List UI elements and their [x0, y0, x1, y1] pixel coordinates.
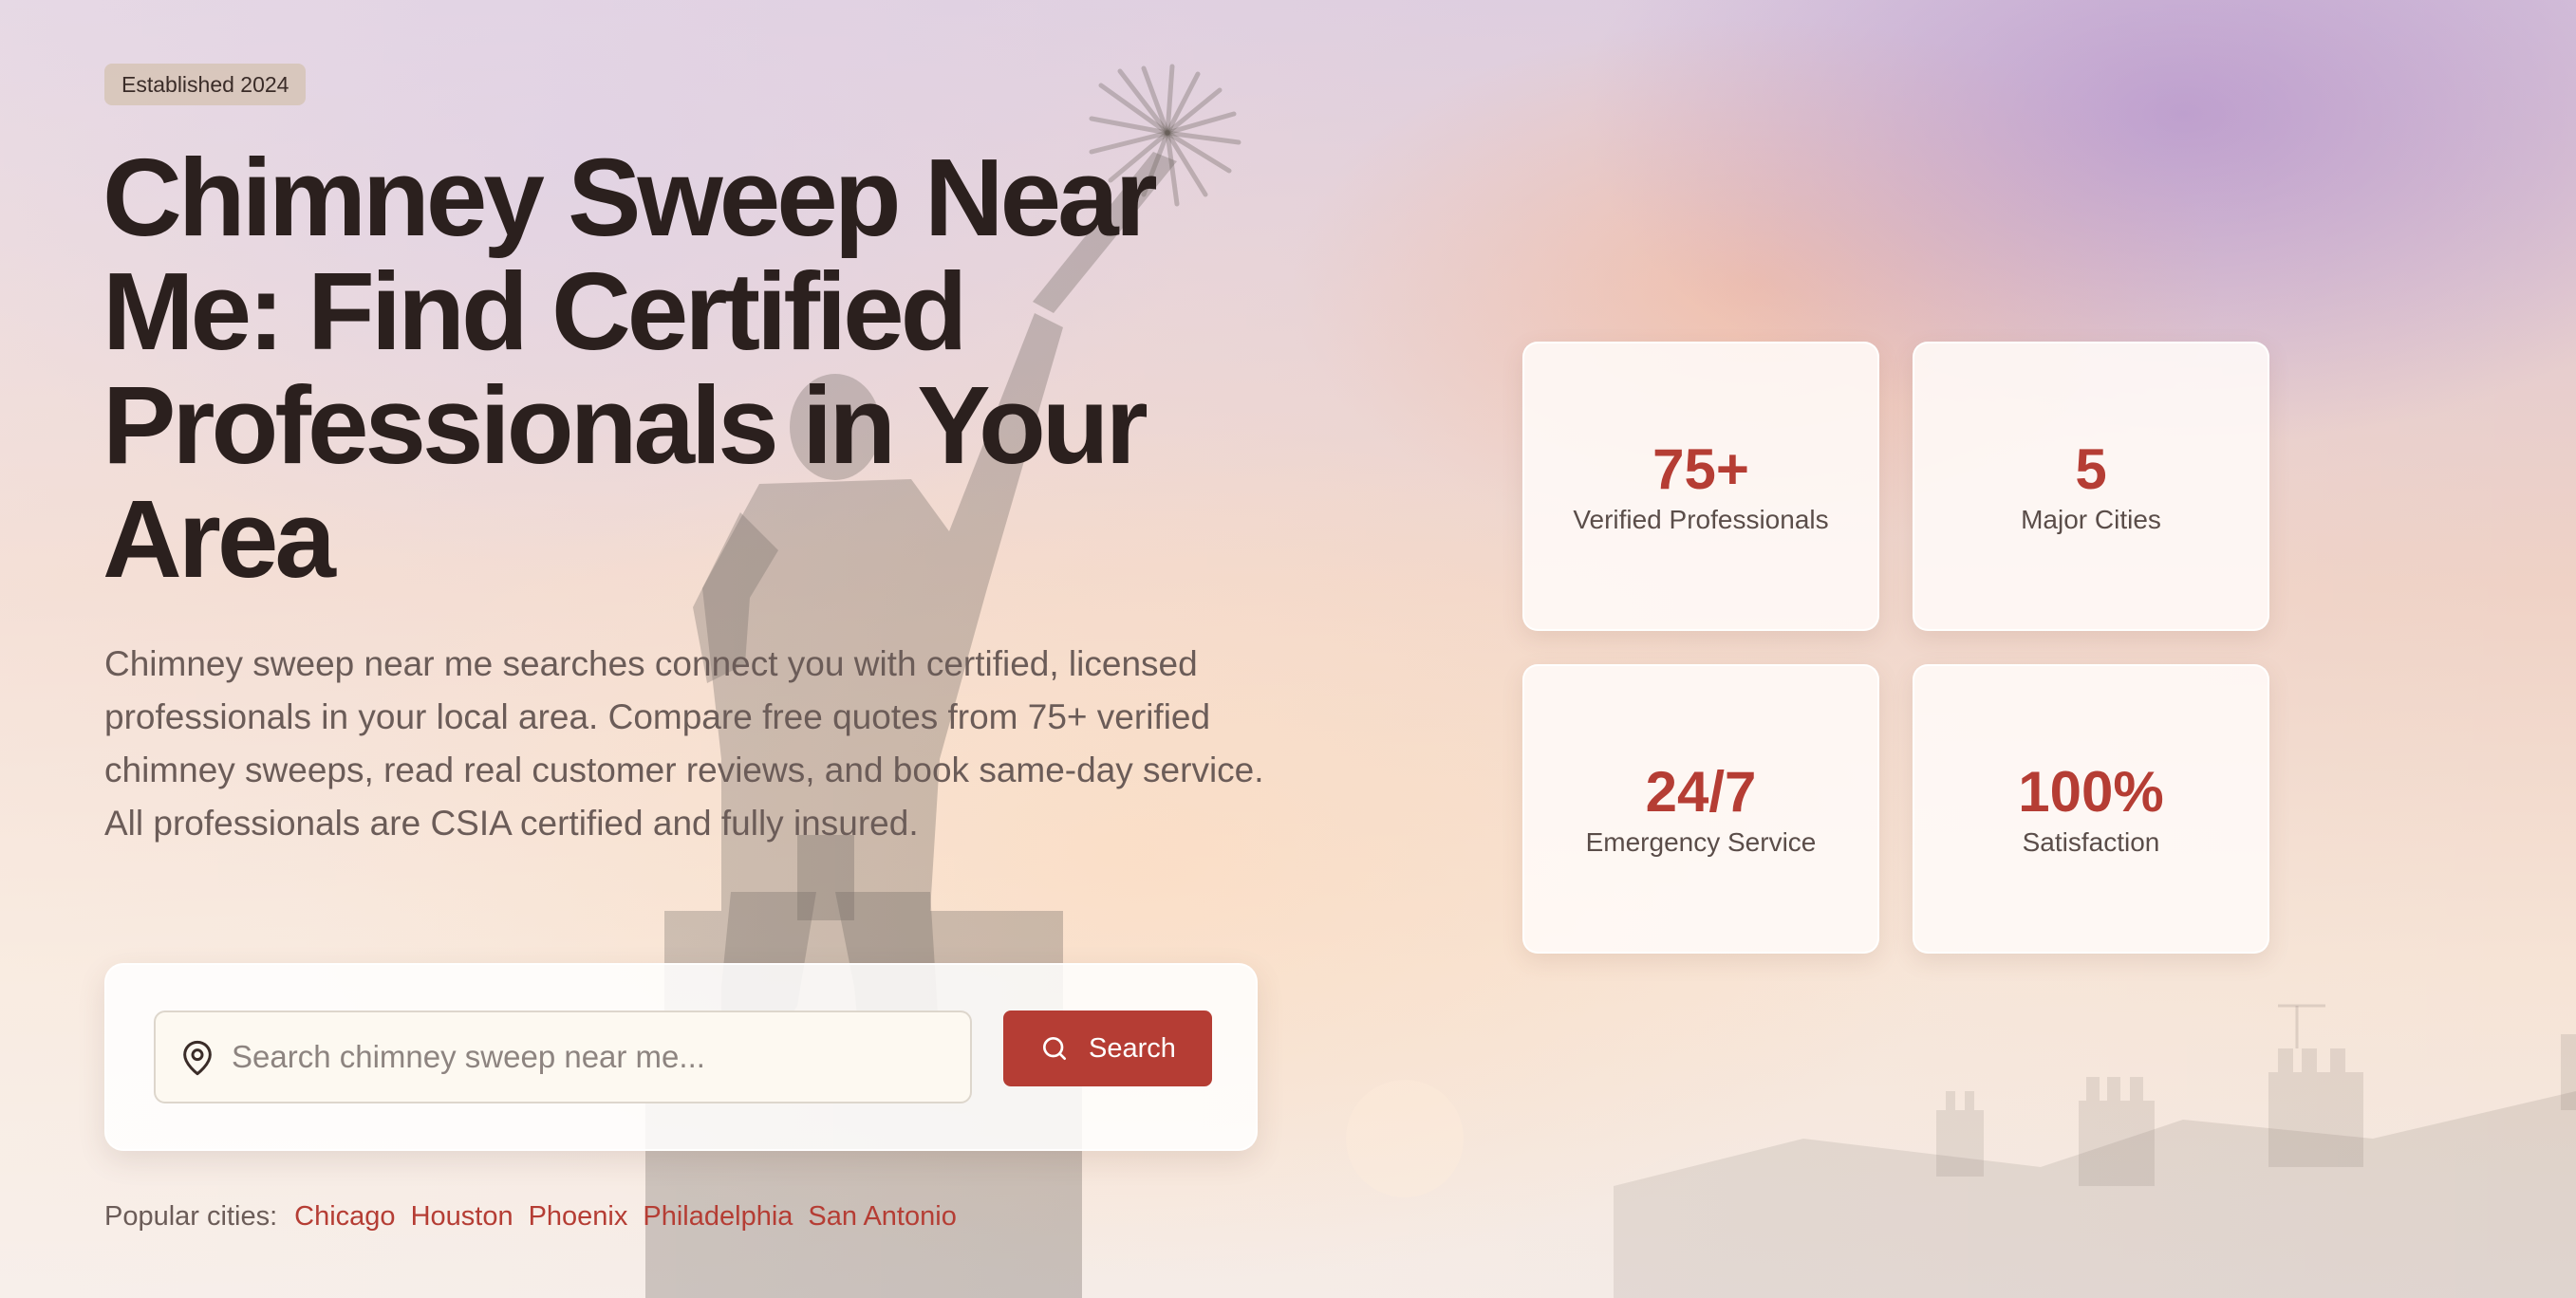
stat-value: 5 — [2075, 436, 2107, 501]
map-pin-icon — [183, 1040, 212, 1076]
search-button[interactable]: Search — [1003, 1011, 1212, 1086]
stat-card-emergency: 24/7 Emergency Service — [1522, 664, 1879, 954]
stat-value: 100% — [2018, 759, 2164, 824]
stat-label: Verified Professionals — [1573, 504, 1829, 534]
popular-cities-label: Popular cities: — [104, 1200, 278, 1232]
search-card: Search — [104, 963, 1258, 1151]
stat-label: Satisfaction — [2022, 826, 2160, 857]
stat-card-cities: 5 Major Cities — [1913, 342, 2269, 631]
stat-label: Major Cities — [2021, 504, 2161, 534]
city-link-houston[interactable]: Houston — [411, 1201, 513, 1233]
city-link-phoenix[interactable]: Phoenix — [529, 1201, 628, 1233]
city-link-chicago[interactable]: Chicago — [294, 1201, 395, 1233]
hero-description: Chimney sweep near me searches connect y… — [104, 644, 1264, 843]
city-link-san-antonio[interactable]: San Antonio — [808, 1201, 956, 1233]
search-button-label: Search — [1089, 1032, 1176, 1064]
stat-value: 24/7 — [1645, 759, 1757, 824]
search-icon — [1043, 1037, 1067, 1060]
search-field[interactable] — [154, 1011, 972, 1103]
hero-section: Established 2024 Chimney Sweep Near Me: … — [0, 0, 2576, 1298]
stat-value: 75+ — [1652, 436, 1749, 501]
popular-cities: Popular cities: Chicago Houston Phoenix … — [104, 1197, 957, 1235]
established-badge: Established 2024 — [104, 64, 307, 105]
page-title: Chimney Sweep Near Me: Find Certified Pr… — [103, 136, 1158, 601]
search-input[interactable] — [232, 1012, 953, 1102]
stat-card-satisfaction: 100% Satisfaction — [1913, 664, 2269, 954]
city-link-philadelphia[interactable]: Philadelphia — [643, 1201, 793, 1233]
stat-label: Emergency Service — [1585, 826, 1817, 857]
stat-card-professionals: 75+ Verified Professionals — [1522, 342, 1879, 631]
